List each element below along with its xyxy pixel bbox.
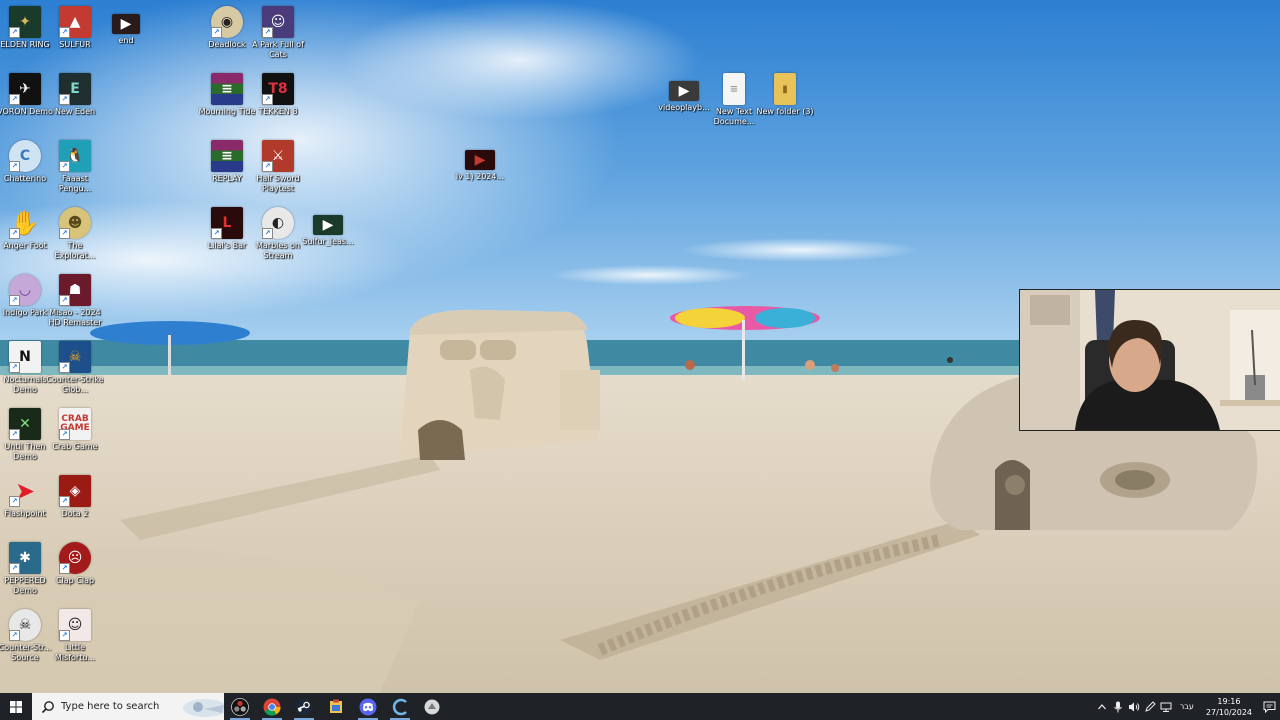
half-sword-icon: ⚔ ↗ xyxy=(262,140,294,172)
search-icon xyxy=(41,700,54,713)
clap-clap-icon: ☹ ↗ xyxy=(59,542,91,574)
crab-game-icon: CRAB GAME ↗ xyxy=(59,408,91,440)
winrar-icon: ≡ xyxy=(211,73,243,105)
nocturnals-icon: N ↗ xyxy=(9,341,41,373)
notification-icon xyxy=(1263,701,1275,713)
tray-overflow-chevron-up-icon[interactable] xyxy=(1094,693,1110,720)
desktop-icon-new-text-document[interactable]: ≡ New Text Docume... xyxy=(705,69,763,129)
webcam-overlay xyxy=(1019,289,1280,431)
flashpoint-icon: ➤ ↗ xyxy=(9,475,41,507)
penguin-icon: 🐧 ↗ xyxy=(59,140,91,172)
windows-logo-icon xyxy=(10,700,22,713)
explorer-icon: ☻ ↗ xyxy=(59,207,91,239)
desktop-icon-half-sword[interactable]: ⚔ ↗ Half Sword Playtest xyxy=(249,136,307,196)
video-file-icon: ▶ xyxy=(313,215,343,235)
css-icon: ☠ ↗ xyxy=(9,609,41,641)
taskbar-search-box[interactable] xyxy=(32,693,224,720)
taskbar-app-chatterino[interactable] xyxy=(384,693,416,720)
network-icon[interactable] xyxy=(1158,693,1174,720)
search-input[interactable] xyxy=(59,700,183,713)
desktop-icon-sulfur-leas[interactable]: ▶ Sulfur_leas... xyxy=(299,203,357,263)
volume-icon[interactable] xyxy=(1126,693,1142,720)
csgo-icon: ☠ ↗ xyxy=(59,341,91,373)
folder-icon: ▮ xyxy=(774,73,796,105)
taskbar-app-obs[interactable] xyxy=(224,693,256,720)
taskbar-app-steam[interactable] xyxy=(288,693,320,720)
desktop-icon-new-eden[interactable]: E ↗ New Eden xyxy=(46,69,104,129)
anger-foot-icon: ✋ ↗ xyxy=(9,209,40,239)
chatterino-icon xyxy=(392,698,407,715)
sulfur-icon: ▲ ↗ xyxy=(59,6,91,38)
tekken-icon: T8 ↗ xyxy=(262,73,294,105)
desktop-icon-dota2[interactable]: ◈ ↗ Dota 2 xyxy=(46,471,104,531)
misao-icon: ☗ ↗ xyxy=(59,274,91,306)
misc-app-icon xyxy=(424,699,440,714)
new-eden-icon: E ↗ xyxy=(59,73,91,105)
desktop-icon-lilals-bar[interactable]: L ↗ Lilal's Bar xyxy=(198,203,256,263)
desktop-icon-tekken[interactable]: T8 ↗ TEKKEN 8 xyxy=(249,69,307,129)
taskbar-app-file-explorer[interactable] xyxy=(320,693,352,720)
elden-ring-icon: ✦ ↗ xyxy=(9,6,41,38)
desktop-icon-lv1-video[interactable]: ▶ lv 1) 2024... xyxy=(451,138,509,198)
winrar-icon: ≡ xyxy=(211,140,243,172)
dota2-icon: ◈ ↗ xyxy=(59,475,91,507)
peppered-icon: ✱ ↗ xyxy=(9,542,41,574)
deadlock-icon: ◉ ↗ xyxy=(211,6,243,38)
input-language-indicator[interactable]: עבר xyxy=(1174,702,1200,711)
taskbar-app-discord[interactable] xyxy=(352,693,384,720)
notification-center-button[interactable] xyxy=(1258,693,1280,720)
file-explorer-icon xyxy=(330,699,342,713)
desktop-icon-crab-game[interactable]: CRAB GAME ↗ Crab Game xyxy=(46,404,104,464)
taskbar-app-misc[interactable] xyxy=(416,693,448,720)
indigo-park-icon: ◡ ↗ xyxy=(9,274,41,306)
taskbar-clock[interactable]: 19:16 27/10/2024 xyxy=(1200,696,1258,718)
little-misfortune-icon: ☺ ↗ xyxy=(59,609,91,641)
start-button[interactable] xyxy=(0,693,32,720)
video-file-icon: ▶ xyxy=(669,81,699,101)
system-tray: עבר 19:16 27/10/2024 xyxy=(1094,693,1280,720)
pen-input-icon[interactable] xyxy=(1142,693,1158,720)
steam-icon xyxy=(295,698,313,715)
marbles-icon: ◐ ↗ xyxy=(262,207,294,239)
desktop-icon-mourning-tide[interactable]: ≡ Mourning Tide xyxy=(198,69,256,129)
chatterino-icon: C ↗ xyxy=(9,140,41,172)
clock-date: 27/10/2024 xyxy=(1205,707,1252,717)
desktop-icon-faaast-penguin[interactable]: 🐧 ↗ Faaast Pengu... xyxy=(46,136,104,196)
text-document-icon: ≡ xyxy=(723,73,745,105)
obs-icon xyxy=(231,697,249,716)
desktop-icon-the-explorator[interactable]: ☻ ↗ The Explorat... xyxy=(46,203,104,263)
desktop-icon-replay[interactable]: ≡ REPLAY xyxy=(198,136,256,196)
video-file-icon: ▶ xyxy=(465,150,495,170)
until-then-icon: ✕ ↗ xyxy=(9,408,41,440)
microphone-icon[interactable] xyxy=(1110,693,1126,720)
desktop-icon-sulfur[interactable]: ▲ ↗ SULFUR xyxy=(46,2,104,62)
lilals-bar-icon: L ↗ xyxy=(211,207,243,239)
desktop-icon-deadlock[interactable]: ◉ ↗ Deadlock xyxy=(198,2,256,62)
desktop-icon-end[interactable]: ▶ end xyxy=(97,2,155,62)
taskbar: עבר 19:16 27/10/2024 xyxy=(0,693,1280,720)
desktop-icon-little-misfortune[interactable]: ☺ ↗ Little Misfortu... xyxy=(46,605,104,665)
desktop-icon-counter-strike-go[interactable]: ☠ ↗ Counter-Strike Glob... xyxy=(46,337,104,397)
desktop-icon-clap-clap[interactable]: ☹ ↗ Clap Clap xyxy=(46,538,104,598)
video-file-icon: ▶ xyxy=(112,14,140,34)
desktop-icon-misao[interactable]: ☗ ↗ Misao - 2024 HD Remaster xyxy=(46,270,104,330)
park-full-of-cats-icon: ☺ ↗ xyxy=(262,6,294,38)
clock-time: 19:16 xyxy=(1217,696,1241,706)
desktop-icon-park-full-of-cats[interactable]: ☺ ↗ A Park Full of Cats xyxy=(249,2,307,62)
voron-icon: ✈ ↗ xyxy=(9,73,41,105)
taskbar-app-chrome[interactable] xyxy=(256,693,288,720)
chrome-icon xyxy=(263,698,281,716)
discord-icon xyxy=(359,698,377,715)
desktop-icon-new-folder-3[interactable]: ▮ New folder (3) xyxy=(756,69,814,129)
search-highlight-icon xyxy=(183,699,224,717)
